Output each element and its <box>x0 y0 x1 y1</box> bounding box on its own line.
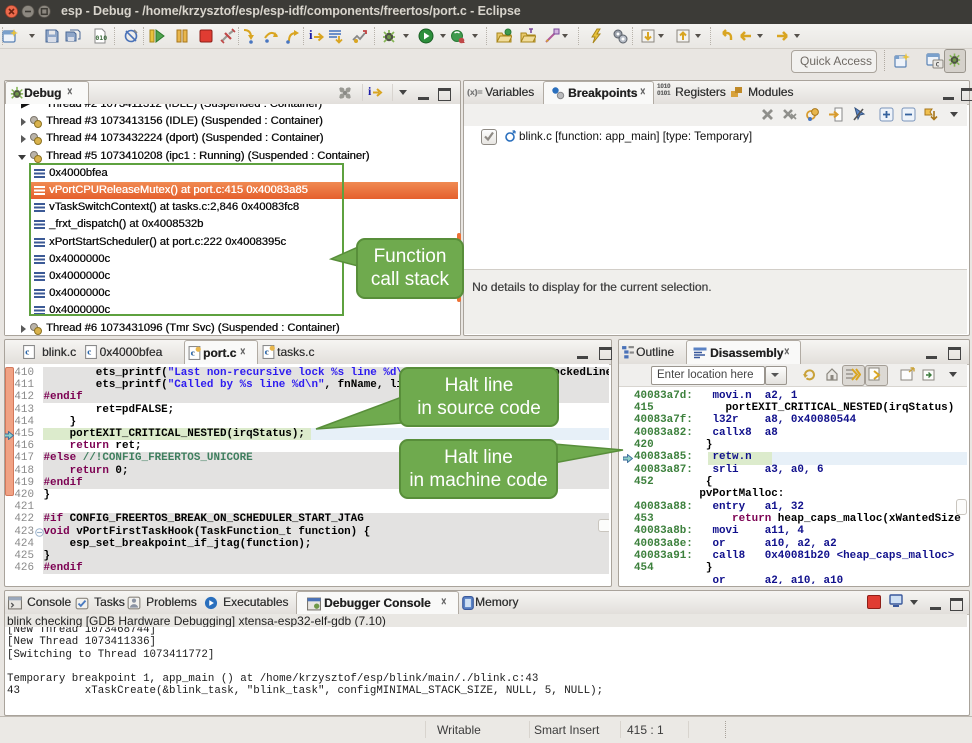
svg-text:c: c <box>265 347 269 357</box>
svg-text:c: c <box>191 348 195 358</box>
svg-text:c: c <box>87 347 91 357</box>
svg-text:c: c <box>25 347 29 357</box>
svg-text:010: 010 <box>95 34 107 42</box>
svg-text:C: C <box>936 61 940 69</box>
